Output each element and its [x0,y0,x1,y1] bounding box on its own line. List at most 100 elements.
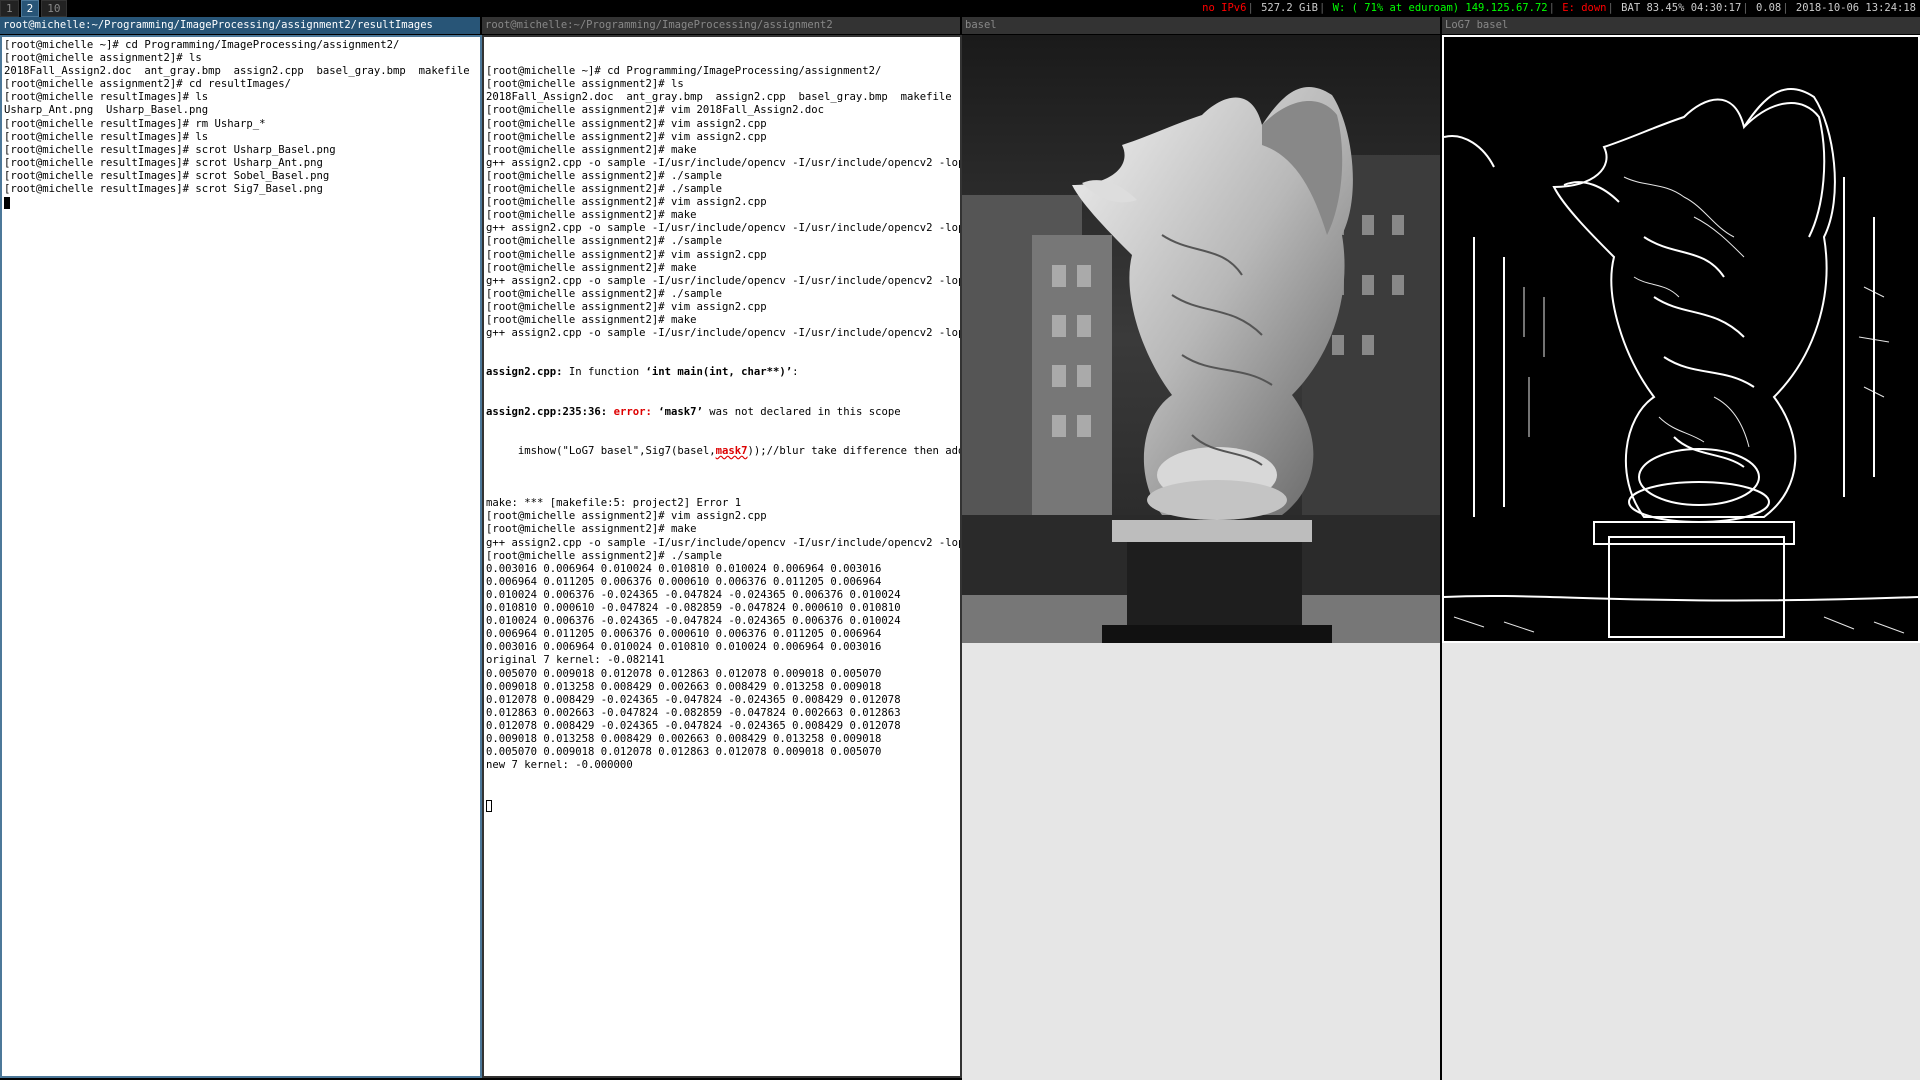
terminal-output-top: [root@michelle ~]# cd Programming/ImageP… [486,65,960,340]
terminal-output: [root@michelle ~]# cd Programming/ImageP… [4,39,482,210]
terminal-line: g++ assign2.cpp -o sample -I/usr/include… [486,156,962,169]
terminal-line: [root@michelle resultImages]# ls [4,91,209,104]
compiler-error-line: assign2.cpp:235:36: error: ‘mask7’ was n… [486,406,960,419]
source-code: imshow("LoG7 basel",Sig7(basel, [486,444,716,457]
i3-status-bar: 1 2 10 no IPv6| 527.2 GiB| W: ( 71% at e… [0,0,1920,17]
image-viewer-window-basel[interactable]: basel [962,17,1440,1080]
terminal-line: g++ assign2.cpp -o sample -I/usr/include… [486,222,962,235]
terminal-line: [root@michelle assignment2]# vim assign2… [486,196,767,209]
terminal-line: [root@michelle assignment2]# vim assign2… [486,117,767,130]
terminal-content[interactable]: [root@michelle ~]# cd Programming/ImageP… [482,35,962,1078]
terminal-window-result-images[interactable]: root@michelle:~/Programming/ImageProcess… [0,17,482,1080]
terminal-line: [root@michelle assignment2]# vim 2018Fal… [486,104,825,117]
terminal-line: 0.010024 0.006376 -0.024365 -0.047824 -0… [486,588,901,601]
image-canvas[interactable] [1442,35,1920,1080]
status-wifi: W: ( 71% at eduroam) 149.125.67.72 [1332,2,1548,14]
terminal-line: 0.012078 0.008429 -0.024365 -0.047824 -0… [486,693,901,706]
terminal-line: 0.006964 0.011205 0.006376 0.000610 0.00… [486,628,882,641]
error-text: In function [562,366,646,379]
terminal-line: 0.009018 0.013258 0.008429 0.002663 0.00… [486,680,882,693]
workspace-button-2[interactable]: 2 [20,0,40,17]
terminal-line: 0.012863 0.002663 -0.047824 -0.082859 -0… [486,706,901,719]
terminal-line: [root@michelle ~]# cd Programming/ImageP… [486,65,882,78]
status-ethernet: E: down [1562,2,1607,14]
terminal-output-bottom: make: *** [makefile:5: project2] Error 1… [486,484,960,772]
status-datetime: 2018-10-06 13:24:18 [1795,2,1916,14]
status-load: 0.08 [1755,2,1782,14]
status-separator: | [1247,2,1254,14]
terminal-line: Usharp_Ant.png Usharp_Basel.png [4,104,209,117]
terminal-window-assignment2[interactable]: root@michelle:~/Programming/ImageProcess… [482,17,962,1080]
terminal-line: [root@michelle assignment2]# vim assign2… [486,248,767,261]
terminal-line: 0.005070 0.009018 0.012078 0.012863 0.01… [486,746,882,759]
terminal-line: [root@michelle assignment2]# ls [486,78,684,91]
terminal-line: [root@michelle resultImages]# scrot Usha… [4,156,323,169]
terminal-line: g++ assign2.cpp -o sample -I/usr/include… [486,274,962,287]
error-location: assign2.cpp:235:36: [486,405,608,418]
terminal-line: 0.012078 0.008429 -0.024365 -0.047824 -0… [486,719,901,732]
source-code: ));//blur take difference then add on [747,444,962,457]
error-label: error: [607,405,652,418]
status-ipv6: no IPv6 [1202,2,1247,14]
status-battery: BAT 83.45% 04:30:17 [1621,2,1742,14]
compiler-error-source-line: imshow("LoG7 basel",Sig7(basel,mask7));/… [486,445,960,458]
terminal-line: [root@michelle assignment2]# cd resultIm… [4,78,292,91]
terminal-line: g++ assign2.cpp -o sample -I/usr/include… [486,327,962,340]
terminal-line: [root@michelle assignment2]# ./sample [486,169,722,182]
window-title-bar[interactable]: LoG7 basel [1442,17,1920,34]
terminal-line: [root@michelle assignment2]# ./sample [486,235,722,248]
terminal-line: [root@michelle assignment2]# make [486,523,697,536]
terminal-line: [root@michelle assignment2]# ls [4,52,202,65]
workspace-switcher: 1 2 10 [0,0,69,17]
terminal-line: [root@michelle assignment2]# make [486,261,697,274]
text-cursor [486,799,492,812]
gargoyle-photo-image [962,35,1440,643]
terminal-line: new 7 kernel: -0.000000 [486,759,633,772]
terminal-prompt-line[interactable] [4,196,480,210]
status-separator: | [1742,2,1749,14]
terminal-line: [root@michelle assignment2]# ./sample [486,183,722,196]
status-disk: 527.2 GiB [1261,2,1318,14]
compiler-error-function-line: assign2.cpp: In function ‘int main(int, … [486,366,960,379]
terminal-content[interactable]: [root@michelle ~]# cd Programming/ImageP… [0,35,482,1078]
terminal-line: [root@michelle assignment2]# make [486,313,697,326]
window-title-bar[interactable]: root@michelle:~/Programming/ImageProcess… [0,17,480,34]
terminal-line: [root@michelle assignment2]# ./sample [486,287,722,300]
terminal-line: [root@michelle assignment2]# ./sample [486,549,722,562]
basel-photo [962,35,1440,643]
error-highlight: mask7 [715,444,748,457]
terminal-line: 0.005070 0.009018 0.012078 0.012863 0.01… [486,667,882,680]
text-cursor [4,197,10,210]
window-title-bar[interactable]: root@michelle:~/Programming/ImageProcess… [482,17,960,34]
terminal-line: [root@michelle assignment2]# vim assign2… [486,510,767,523]
terminal-line: [root@michelle assignment2]# make [486,209,697,222]
status-separator: | [1548,2,1555,14]
status-separator: | [1607,2,1614,14]
status-line: no IPv6| 527.2 GiB| W: ( 71% at eduroam)… [1202,0,1916,17]
terminal-line: 2018Fall_Assign2.doc ant_gray.bmp assign… [486,91,962,104]
terminal-line: [root@michelle assignment2]# vim assign2… [486,300,767,313]
window-title-bar[interactable]: basel [962,17,1440,34]
terminal-prompt-line[interactable] [486,798,960,812]
image-canvas[interactable] [962,35,1440,1080]
terminal-line: 0.003016 0.006964 0.010024 0.010810 0.01… [486,562,882,575]
terminal-line: [root@michelle resultImages]# rm Usharp_… [4,117,266,130]
workspace-button-1[interactable]: 1 [0,0,19,17]
terminal-output: [root@michelle ~]# cd Programming/ImageP… [486,39,960,838]
status-separator: | [1319,2,1326,14]
terminal-line: [root@michelle resultImages]# scrot Usha… [4,143,336,156]
terminal-line: 0.010024 0.006376 -0.024365 -0.047824 -0… [486,615,901,628]
terminal-line: [root@michelle assignment2]# make [486,143,697,156]
terminal-line: 2018Fall_Assign2.doc ant_gray.bmp assign… [4,65,482,78]
terminal-line: original 7 kernel: -0.082141 [486,654,665,667]
image-viewer-window-log7-basel[interactable]: LoG7 basel [1442,17,1920,1080]
terminal-line: 0.006964 0.011205 0.006376 0.000610 0.00… [486,575,882,588]
error-text: : [792,366,799,379]
terminal-line: [root@michelle assignment2]# vim assign2… [486,130,767,143]
terminal-line: 0.009018 0.013258 0.008429 0.002663 0.00… [486,732,882,745]
workspace-button-10[interactable]: 10 [41,0,67,17]
terminal-line: 0.010810 0.000610 -0.047824 -0.082859 -0… [486,602,901,615]
terminal-line: [root@michelle resultImages]# ls [4,130,209,143]
terminal-line: [root@michelle resultImages]# scrot Sobe… [4,169,330,182]
